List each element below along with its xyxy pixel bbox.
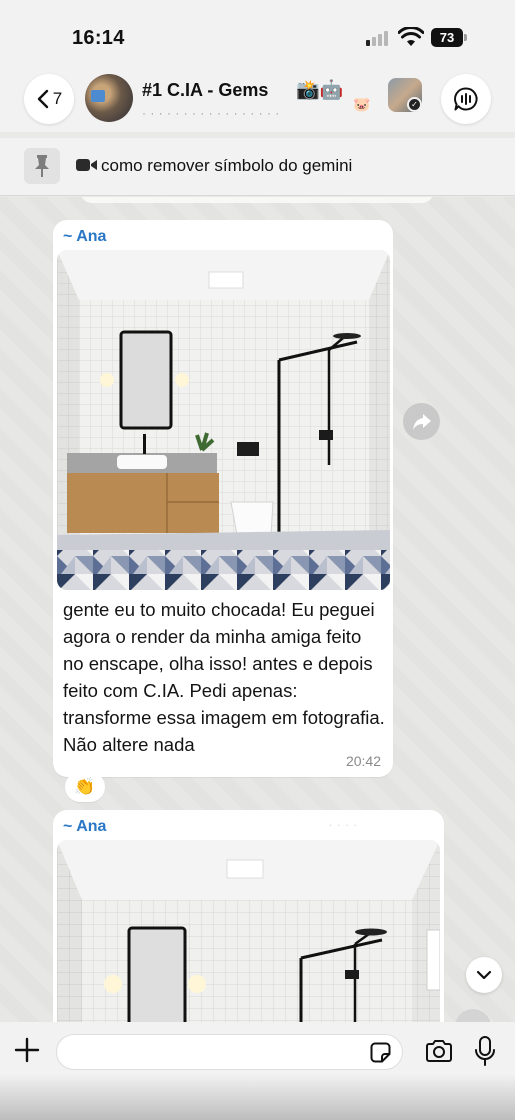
group-title[interactable]: #1 C.IA - Gems xyxy=(142,80,268,101)
voice-chat-icon xyxy=(454,87,478,111)
chevron-left-icon xyxy=(37,89,48,109)
plus-icon[interactable] xyxy=(14,1037,40,1063)
status-time: 16:14 xyxy=(72,27,125,49)
camera-icon[interactable] xyxy=(425,1039,453,1063)
message-text: gente eu to muito chocada! Eu peguei ago… xyxy=(63,599,385,755)
message-time: 20:42 xyxy=(345,753,381,769)
previous-message-bubble xyxy=(80,197,434,203)
message-input[interactable] xyxy=(56,1034,403,1070)
wifi-icon xyxy=(398,27,424,46)
pinned-message-bar[interactable]: como remover símbolo do gemini xyxy=(0,138,515,196)
status-bar: 16:14 73 xyxy=(0,0,515,70)
sender-name[interactable]: ~ Ana xyxy=(63,818,106,836)
floating-button-partial[interactable] xyxy=(455,1009,491,1022)
forward-button[interactable] xyxy=(403,403,440,440)
chat-header: 7 #1 C.IA - Gems 📸🤖 · · · · · · · · · · … xyxy=(0,70,515,132)
bathroom-photo[interactable] xyxy=(57,250,390,590)
group-avatar[interactable] xyxy=(85,74,133,122)
scroll-down-button[interactable] xyxy=(466,957,502,993)
group-title-emojis: 📸🤖 xyxy=(296,80,344,101)
group-members-blurred: · · · · · · · · · · · · · · · · · xyxy=(142,106,280,120)
voice-chat-button[interactable] xyxy=(441,74,491,124)
chat-messages[interactable]: ~ Ana gente eu to muito chocada! Eu pegu… xyxy=(0,197,515,1022)
pinned-message-text: como remover símbolo do gemini xyxy=(101,156,353,175)
cellular-signal-icon xyxy=(366,30,392,46)
chevron-down-icon xyxy=(476,970,492,980)
pin-icon xyxy=(35,155,49,177)
message-composer xyxy=(0,1022,515,1120)
message-bubble[interactable]: ~ Ana gente eu to muito chocada! Eu pegu… xyxy=(53,220,393,777)
battery-icon: 73 xyxy=(431,28,467,47)
unread-count: 7 xyxy=(52,89,63,108)
sender-name[interactable]: ~ Ana xyxy=(63,228,106,246)
back-button[interactable]: 7 xyxy=(24,74,74,124)
blurred-label: · · · · xyxy=(329,820,358,831)
bathroom-photo[interactable] xyxy=(57,840,440,1022)
microphone-icon[interactable] xyxy=(474,1036,496,1066)
sticker-icon[interactable] xyxy=(370,1042,391,1063)
home-indicator-area xyxy=(0,1074,515,1120)
video-icon xyxy=(76,159,97,171)
member-emoji: 🐷 xyxy=(353,96,371,112)
battery-percent: 73 xyxy=(431,28,463,47)
pin-button[interactable] xyxy=(24,148,60,184)
forward-icon xyxy=(412,413,431,430)
message-bubble[interactable]: ~ Ana · · · · xyxy=(53,810,444,1022)
verified-badge-icon: ✓ xyxy=(407,97,422,112)
reaction-clap[interactable]: 👏 xyxy=(65,772,105,802)
